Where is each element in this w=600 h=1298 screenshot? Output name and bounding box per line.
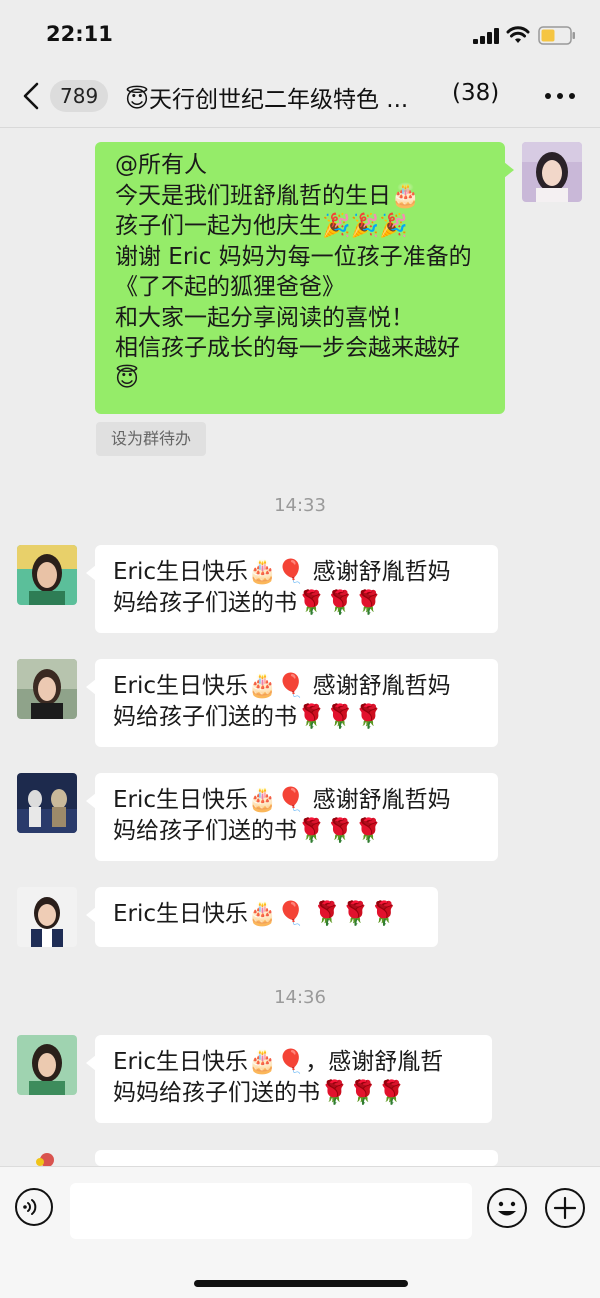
message-line: Eric生日快乐🎂🎈 感谢舒胤哲妈 <box>113 559 451 585</box>
sender-avatar[interactable] <box>17 659 77 719</box>
message-line: 妈给孩子们送的书🌹🌹🌹 <box>113 704 383 730</box>
signal-icon <box>473 28 499 44</box>
message-line: 和大家一起分享阅读的喜悦！ <box>115 304 414 331</box>
message-timestamp: 14:36 <box>274 987 326 1008</box>
status-bar: 22:11 <box>0 0 600 62</box>
message-line: 相信孩子成长的每一步会越来越好 <box>115 335 460 361</box>
sender-avatar[interactable] <box>17 887 77 947</box>
voice-icon[interactable] <box>14 1187 54 1227</box>
message-timestamp: 14:33 <box>274 495 326 516</box>
message-bubble[interactable]: Eric生日快乐🎂🎈 感谢舒胤哲妈 妈给孩子们送的书🌹🌹🌹 <box>86 545 498 633</box>
message-line: Eric生日快乐🎂🎈 感谢舒胤哲妈 <box>113 673 451 699</box>
add-icon[interactable] <box>544 1187 586 1229</box>
battery-icon <box>538 26 575 45</box>
message-line: @所有人 <box>115 152 207 178</box>
message-line: 谢谢 Eric 妈妈为每一位孩子准备的 <box>115 243 472 270</box>
message-line: 妈妈给孩子们送的书🌹🌹🌹 <box>113 1080 406 1106</box>
back-button[interactable]: 789 <box>16 76 116 116</box>
home-indicator <box>194 1280 408 1287</box>
message-line: 孩子们一起为他庆生🎉🎉🎉 <box>115 213 408 239</box>
sender-avatar[interactable] <box>17 1150 77 1166</box>
wifi-icon <box>506 26 530 43</box>
message-line: Eric生日快乐🎂🎈，感谢舒胤哲 <box>113 1049 444 1075</box>
message-line: 今天是我们班舒胤哲的生日🎂 <box>115 182 420 209</box>
back-chevron-icon <box>23 82 39 110</box>
sender-avatar[interactable] <box>17 1035 77 1095</box>
message-line: 《了不起的狐狸爸爸》 <box>115 274 345 300</box>
sender-avatar[interactable] <box>17 773 77 833</box>
message-line: Eric生日快乐🎂🎈 感谢舒胤哲妈 <box>113 787 451 813</box>
set-group-todo-button[interactable]: 设为群待办 <box>96 422 206 456</box>
status-time: 22:11 <box>46 22 113 46</box>
message-line: 妈给孩子们送的书🌹🌹🌹 <box>113 590 383 616</box>
unread-count-badge: 789 <box>50 80 109 112</box>
message-bubble[interactable]: Eric生日快乐🎂🎈 🌹🌹🌹 <box>86 887 438 947</box>
message-bubble[interactable]: Eric生日快乐🎂🎈 感谢舒胤哲妈 妈给孩子们送的书🌹🌹🌹 <box>86 659 498 747</box>
sender-avatar[interactable] <box>17 545 77 605</box>
message-bubble[interactable]: Eric生日快乐🎂🎈 感谢舒胤哲妈 妈给孩子们送的书🌹🌹🌹 <box>86 773 498 861</box>
chat-title: 😇天行创世纪二年级特色 ... <box>125 87 409 113</box>
more-icon[interactable] <box>540 82 580 110</box>
my-avatar[interactable] <box>522 142 582 202</box>
message-line: 😇 <box>115 365 139 392</box>
chat-header: 789 😇天行创世纪二年级特色 ... (38) <box>0 62 600 128</box>
message-line: 妈给孩子们送的书🌹🌹🌹 <box>113 818 383 844</box>
message-composer <box>0 1166 600 1298</box>
message-line: Eric生日快乐🎂🎈 🌹🌹🌹 <box>113 901 399 927</box>
message-input[interactable] <box>70 1183 472 1239</box>
my-message-bubble[interactable]: @所有人 今天是我们班舒胤哲的生日🎂 孩子们一起为他庆生🎉🎉🎉 谢谢 Eric … <box>95 142 514 414</box>
message-bubble[interactable]: Eric生日快乐🎂🎈，感谢舒胤哲 妈妈给孩子们送的书🌹🌹🌹 <box>86 1035 492 1123</box>
emoji-icon[interactable] <box>486 1187 528 1229</box>
member-count: (38) <box>452 80 500 106</box>
message-bubble[interactable] <box>95 1150 498 1166</box>
